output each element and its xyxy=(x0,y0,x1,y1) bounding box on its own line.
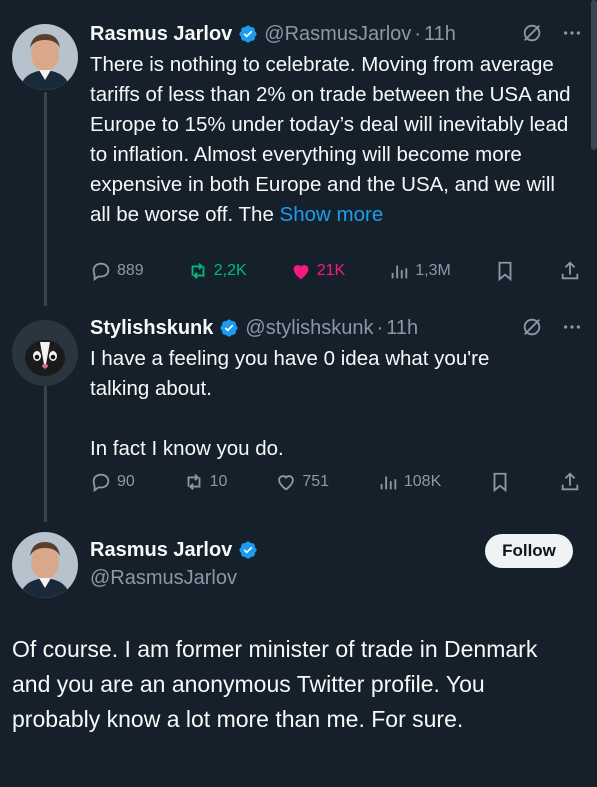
retweet-icon xyxy=(191,263,205,279)
tweet-text-line: In fact I know you do. xyxy=(90,437,284,460)
thread-line xyxy=(44,386,47,522)
follow-button[interactable]: Follow xyxy=(485,534,573,568)
author-handle[interactable]: @RasmusJarlov xyxy=(264,23,411,46)
reply-count: 889 xyxy=(117,262,144,279)
author-name[interactable]: Stylishskunk xyxy=(90,317,213,340)
verified-badge-icon xyxy=(219,318,239,338)
author-name[interactable]: Rasmus Jarlov xyxy=(90,23,232,46)
avatar[interactable] xyxy=(12,24,78,90)
reply-count: 90 xyxy=(117,473,135,490)
tweet-text-content: There is nothing to celebrate. Moving fr… xyxy=(90,53,571,226)
more-icon[interactable] xyxy=(561,316,583,343)
share-button[interactable] xyxy=(559,260,581,282)
thread-line xyxy=(44,92,47,306)
reply-button[interactable]: 90 xyxy=(90,471,135,493)
views-icon xyxy=(380,476,397,490)
reply-icon xyxy=(92,262,110,282)
tweet-actions: 889 2,2K 21K 1,3M xyxy=(90,258,581,284)
more-icon[interactable] xyxy=(561,22,583,49)
timestamp[interactable]: 11h xyxy=(386,317,418,340)
share-icon xyxy=(561,472,579,491)
author-handle[interactable]: @RasmusJarlov xyxy=(90,567,237,590)
like-icon xyxy=(293,265,309,280)
author-name[interactable]: Rasmus Jarlov xyxy=(90,539,232,562)
separator-dot: · xyxy=(376,316,384,339)
main-tweet-handle-row: @RasmusJarlov xyxy=(90,564,597,592)
show-more-link[interactable]: Show more xyxy=(280,203,384,226)
like-button[interactable]: 751 xyxy=(275,471,329,493)
main-tweet-text: Of course. I am former minister of trade… xyxy=(12,636,538,732)
tweet-text: There is nothing to celebrate. Moving fr… xyxy=(90,50,573,230)
views-count: 1,3M xyxy=(415,262,451,279)
like-button[interactable]: 21K xyxy=(290,260,345,282)
author-handle[interactable]: @stylishskunk xyxy=(245,317,373,340)
verified-badge-icon xyxy=(238,24,258,44)
avatar[interactable] xyxy=(12,320,78,386)
bookmark-icon xyxy=(498,261,512,282)
retweet-button[interactable]: 10 xyxy=(183,471,228,493)
tweet-text: I have a feeling you have 0 idea what yo… xyxy=(90,344,537,464)
avatar[interactable] xyxy=(12,532,78,598)
tweet-top-icons xyxy=(521,316,583,343)
bookmark-icon xyxy=(493,472,507,493)
retweet-count: 10 xyxy=(209,473,228,490)
views-button[interactable]: 108K xyxy=(377,471,441,493)
verified-badge-icon xyxy=(238,540,258,560)
views-count: 108K xyxy=(403,473,442,490)
timestamp[interactable]: 11h xyxy=(424,23,456,46)
views-icon xyxy=(391,265,408,279)
bookmark-button[interactable] xyxy=(494,260,516,282)
like-count: 21K xyxy=(316,262,346,279)
retweet-icon xyxy=(187,474,201,490)
reply-icon xyxy=(92,473,110,493)
reply-button[interactable]: 889 xyxy=(90,260,144,282)
like-icon xyxy=(278,475,295,491)
retweet-button[interactable]: 2,2K xyxy=(187,260,247,282)
tweet-text-line: I have a feeling you have 0 idea what yo… xyxy=(90,347,490,400)
bookmark-button[interactable] xyxy=(489,471,511,493)
share-button[interactable] xyxy=(559,471,581,493)
like-count: 751 xyxy=(302,473,330,490)
share-icon xyxy=(561,261,579,280)
grok-icon[interactable] xyxy=(521,316,543,343)
separator-dot: · xyxy=(414,22,421,45)
retweet-count: 2,2K xyxy=(213,262,247,279)
grok-icon[interactable] xyxy=(521,22,543,49)
tweet-top-icons xyxy=(521,22,583,49)
tweet-actions: 90 10 751 108K xyxy=(90,469,581,495)
views-button[interactable]: 1,3M xyxy=(388,260,451,282)
